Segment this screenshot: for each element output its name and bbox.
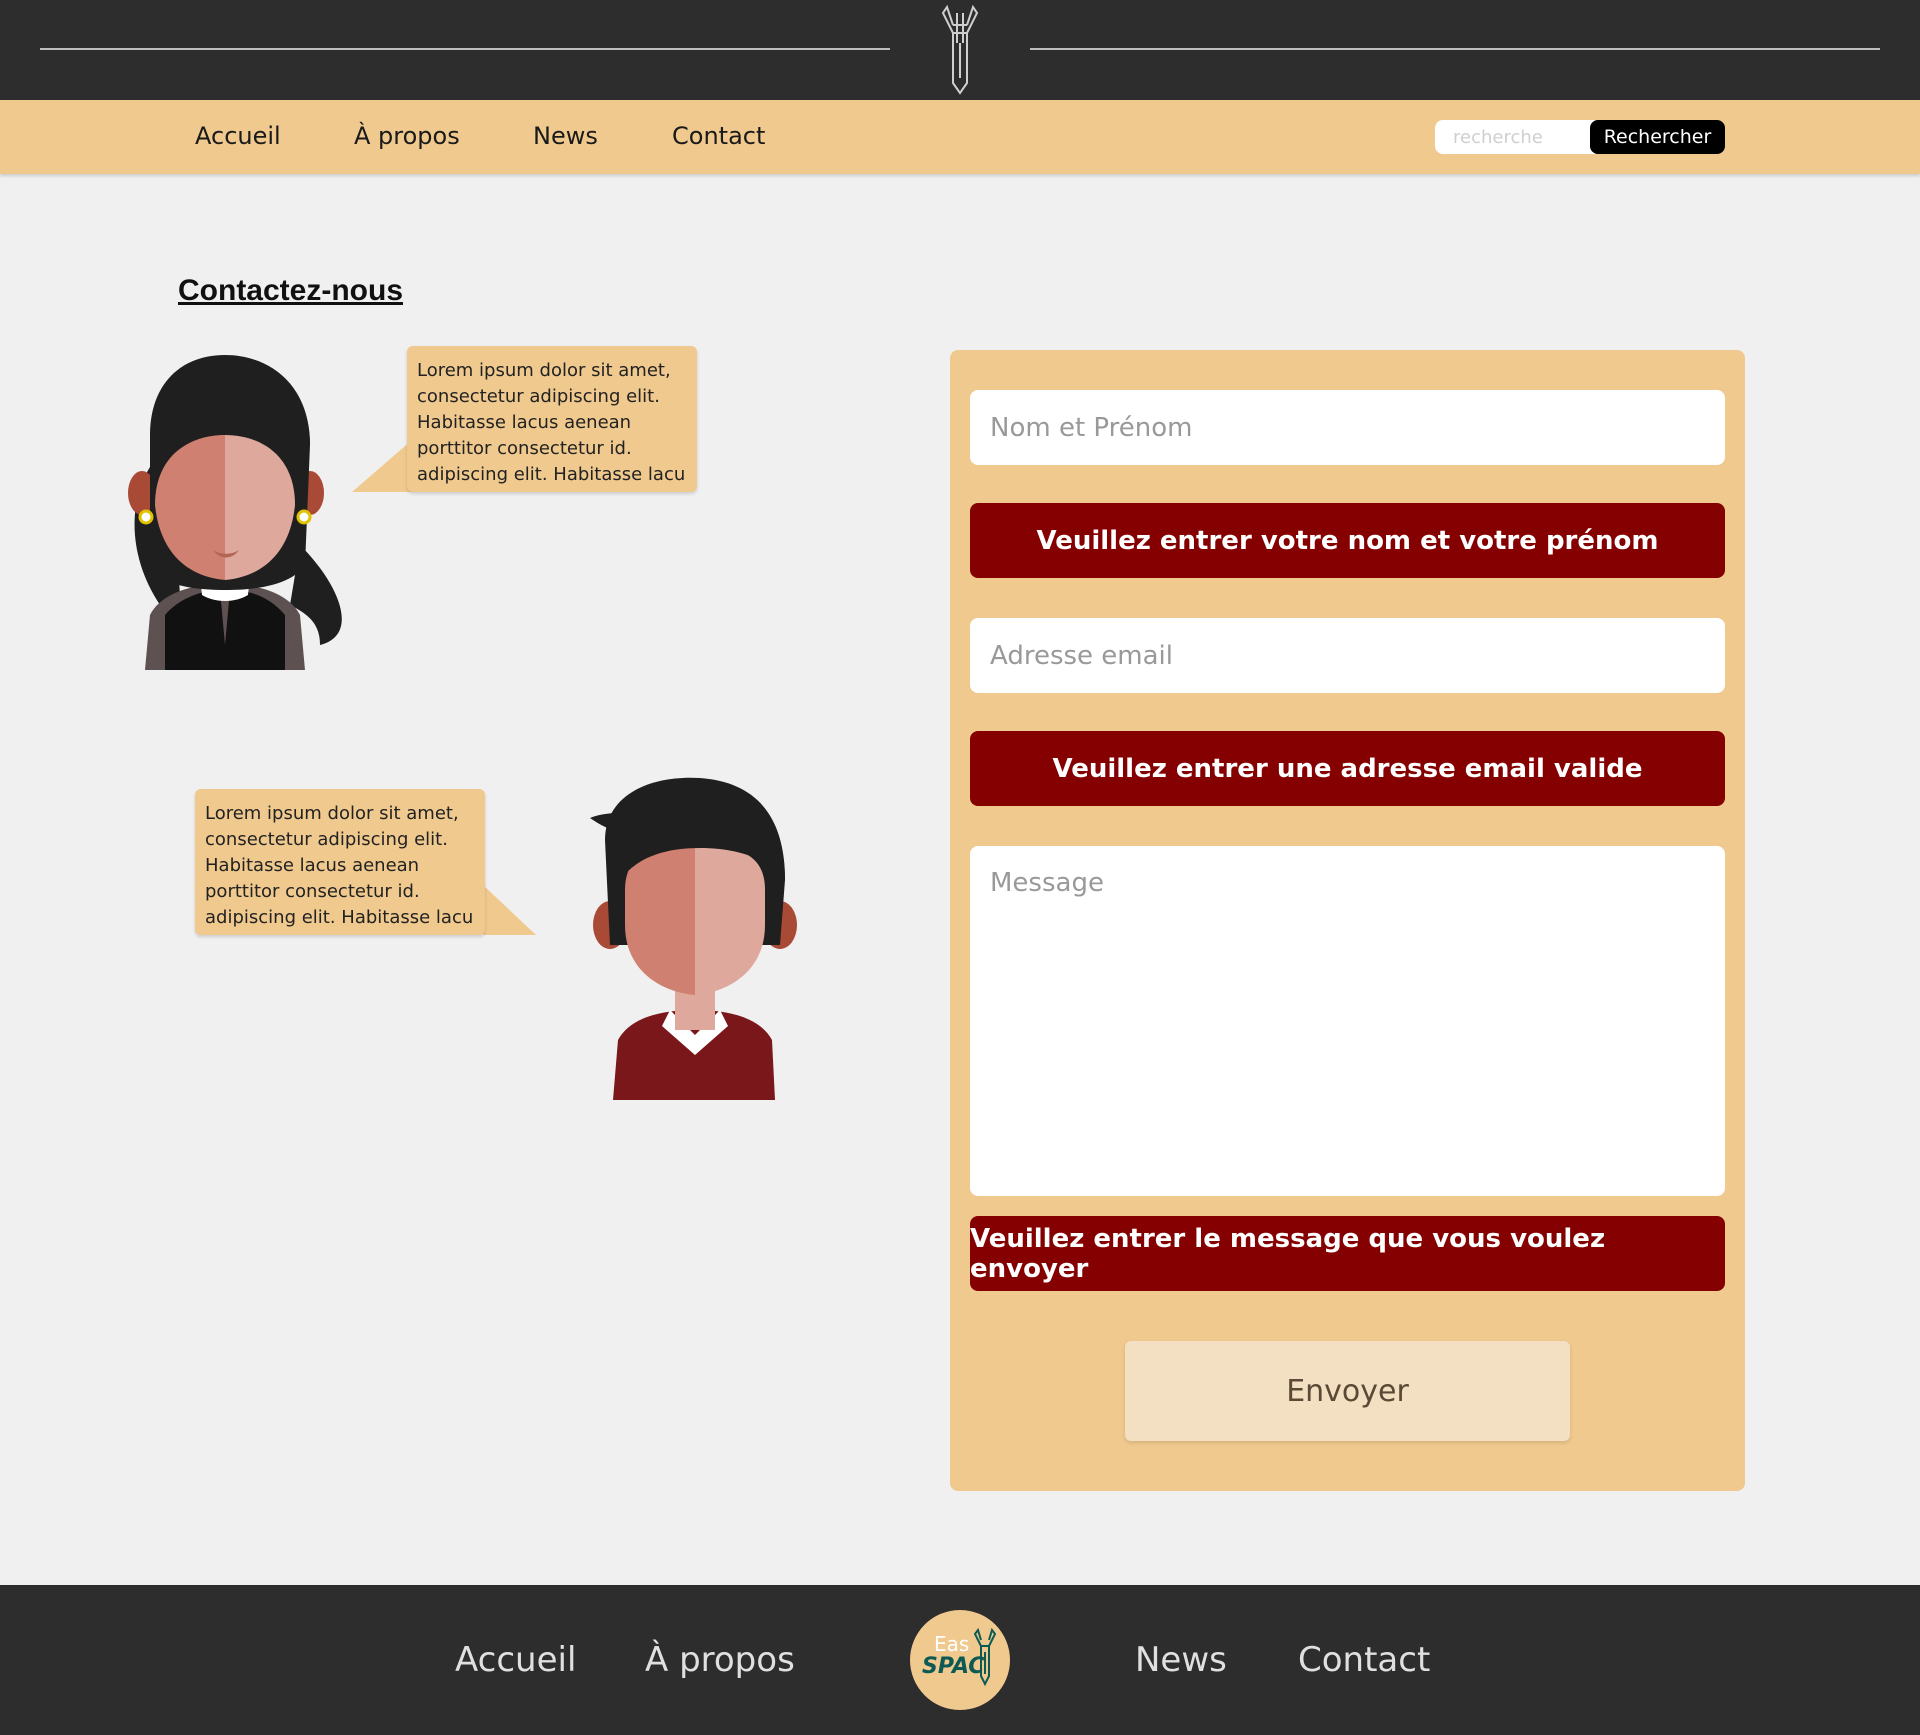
page-title: Contactez-nous — [178, 274, 403, 307]
email-error-message: Veuillez entrer une adresse email valide — [970, 731, 1725, 806]
footer-link-a-propos[interactable]: À propos — [645, 1640, 795, 1680]
banner-line-left — [40, 48, 890, 50]
name-error-message: Veuillez entrer votre nom et votre préno… — [970, 503, 1725, 578]
nav-link-contact[interactable]: Contact — [672, 122, 765, 150]
search-input[interactable] — [1435, 120, 1595, 154]
nav-link-accueil[interactable]: Accueil — [195, 122, 281, 150]
speech-bubble-woman: Lorem ipsum dolor sit amet, consectetur … — [407, 346, 697, 492]
speech-bubble-tail — [483, 885, 536, 935]
footer-link-accueil[interactable]: Accueil — [455, 1640, 576, 1680]
logo-text-top: Eas — [934, 1632, 970, 1656]
footer: Accueil À propos News Contact Eas SPAC — [0, 1585, 1920, 1735]
man-avatar — [590, 777, 797, 1100]
message-field[interactable]: Message — [970, 846, 1725, 1196]
main-nav: Accueil À propos News Contact Recherche r — [0, 100, 1920, 174]
message-error-message: Veuillez entrer le message que vous voul… — [970, 1216, 1725, 1291]
nav-link-a-propos[interactable]: À propos — [354, 122, 460, 150]
top-banner — [0, 0, 1920, 100]
footer-logo[interactable]: Eas SPAC — [910, 1610, 1010, 1710]
email-field[interactable]: Adresse email — [970, 618, 1725, 693]
speech-bubble-man: Lorem ipsum dolor sit amet, consectetur … — [195, 789, 485, 935]
footer-link-news[interactable]: News — [1135, 1640, 1227, 1680]
name-field[interactable]: Nom et Prénom — [970, 390, 1725, 465]
woman-avatar — [128, 355, 342, 670]
banner-line-right — [1030, 48, 1880, 50]
footer-link-contact[interactable]: Contact — [1298, 1640, 1430, 1680]
rocket-icon — [941, 4, 979, 95]
search-button[interactable]: Rechercher — [1590, 120, 1725, 154]
nav-link-news[interactable]: News — [533, 122, 598, 150]
speech-bubble-tail — [352, 440, 412, 492]
send-button[interactable]: Envoyer — [1125, 1341, 1570, 1441]
rocket-badge-icon — [973, 1628, 997, 1687]
contact-form: Nom et Prénom Veuillez entrer votre nom … — [950, 350, 1745, 1491]
